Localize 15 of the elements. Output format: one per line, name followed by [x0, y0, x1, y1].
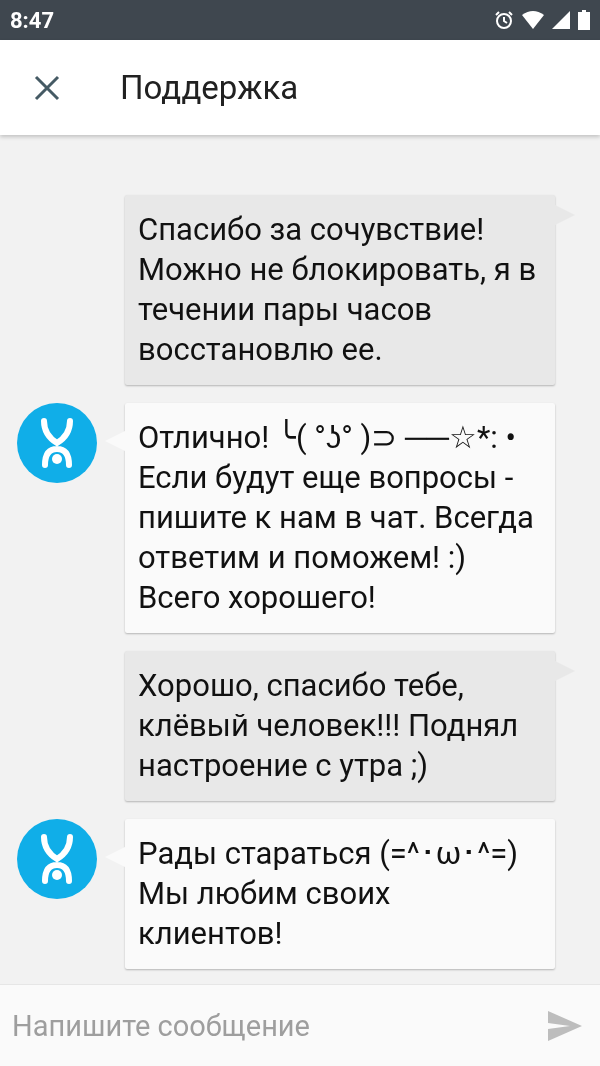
wifi-icon: [522, 11, 544, 29]
logo-icon: [17, 819, 97, 899]
logo-icon: [17, 403, 97, 483]
send-icon: [548, 1010, 582, 1041]
screen-title: Поддержка: [120, 66, 299, 109]
battery-icon: [578, 10, 590, 30]
message-text: Рады стараться (=^･ω･^=) Мы любим своих клиентов!: [138, 834, 520, 954]
signal-icon: [552, 11, 570, 29]
close-icon: [34, 74, 60, 101]
message-text: Спасибо за сочувствие! Можно не блокировать, я в течении пары часов восстановлю ее.: [138, 210, 538, 370]
message-input-field[interactable]: Напишите сообщение: [0, 984, 530, 1066]
status-time: 8:47: [10, 6, 55, 35]
alarm-clock-icon: [494, 10, 514, 30]
message-text: Отлично! ╰( °ʖ° )⊃ ──☆*: • Если будут еще вопросы - пишите к нам в чат. Всегда ответим и поможем! :) Всего хорошего!: [138, 418, 535, 618]
message-text: Хорошо, спасибо тебе, клёвый человек!!! Поднял настроение с утра ;): [138, 666, 520, 786]
